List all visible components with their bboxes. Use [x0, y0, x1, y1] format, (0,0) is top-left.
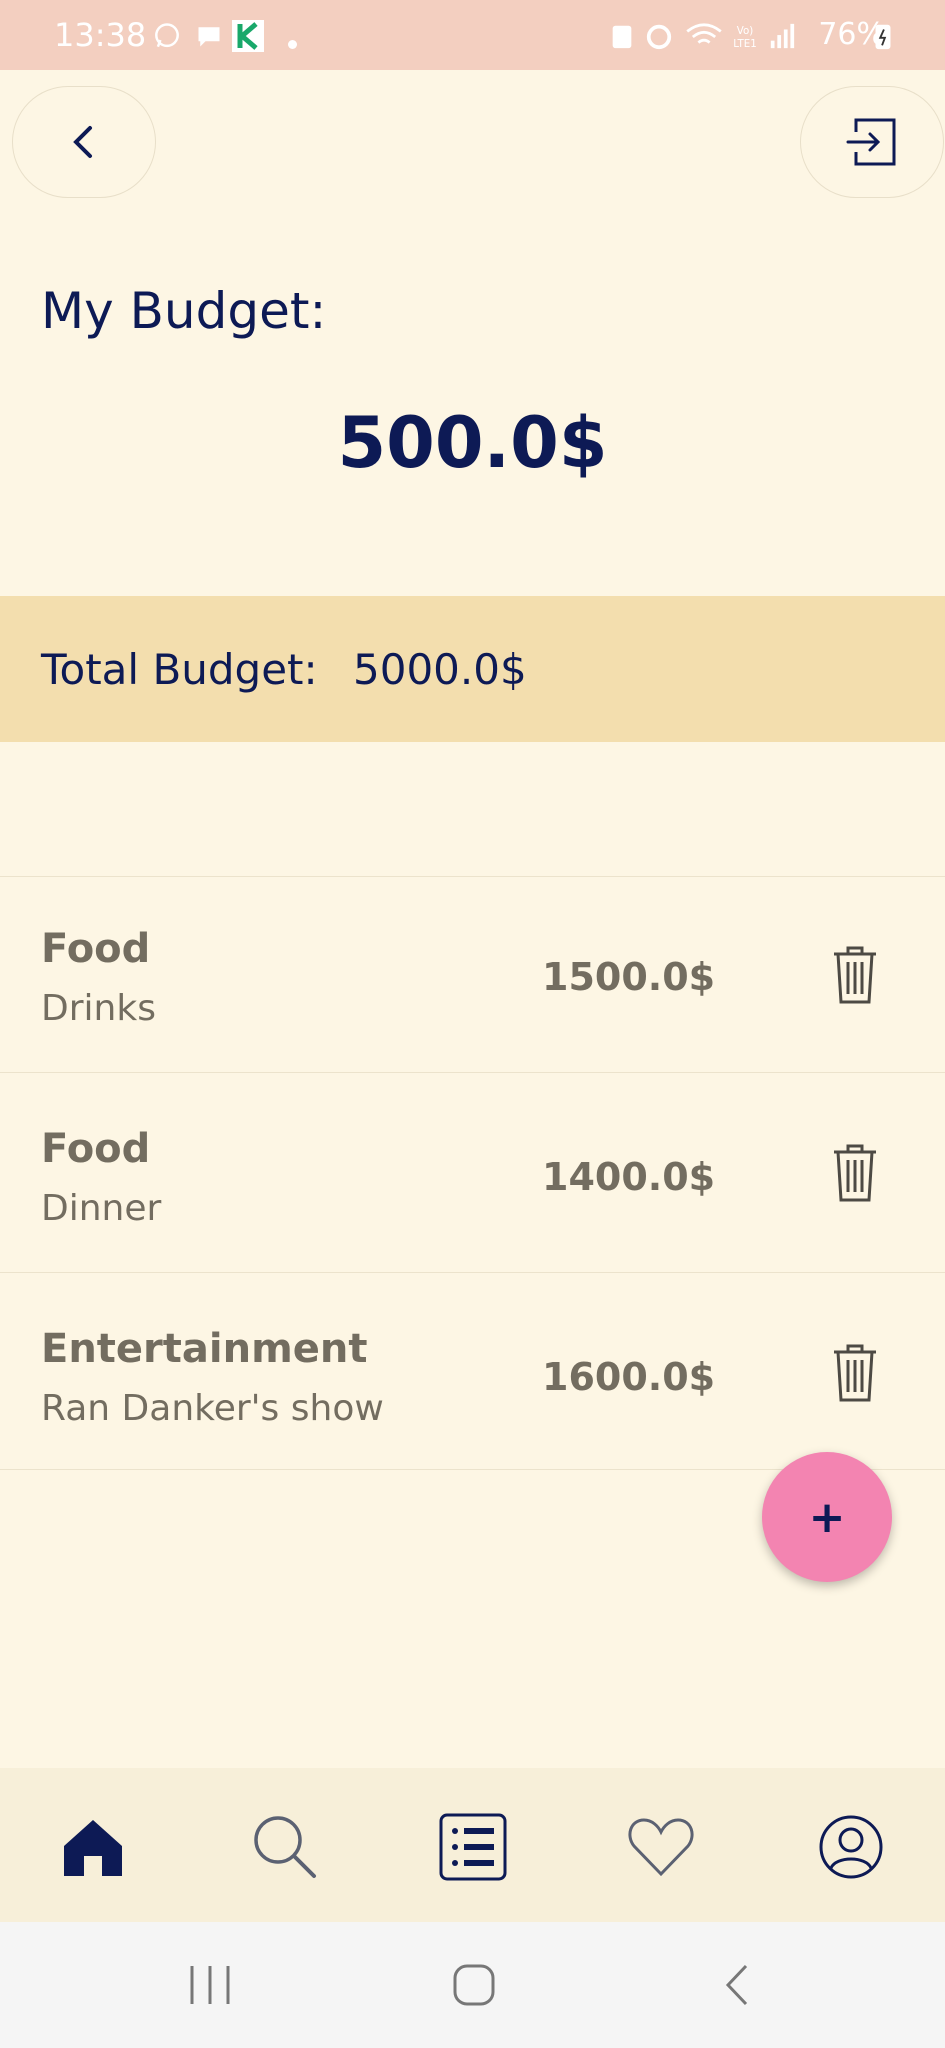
expense-amount: 1400.0$	[542, 1155, 716, 1199]
expense-description: Ran Danker's show	[41, 1388, 384, 1429]
chat-icon	[198, 27, 220, 47]
expense-category: Entertainment	[41, 1326, 368, 1372]
expense-category: Food	[41, 1126, 151, 1172]
expense-row[interactable]	[0, 876, 945, 1072]
profile-icon[interactable]	[816, 1812, 886, 1882]
total-budget-value: 5000.0$	[353, 645, 527, 694]
wifi-icon	[686, 23, 722, 44]
list-icon[interactable]	[438, 1812, 508, 1882]
budget-title: My Budget:	[41, 282, 327, 340]
trash-icon[interactable]	[830, 944, 880, 1006]
recent-apps-icon[interactable]	[180, 1960, 240, 2010]
chevron-left-icon	[73, 126, 92, 158]
whatsapp-icon	[155, 23, 179, 48]
battery-icon	[875, 24, 891, 50]
alarm-icon	[646, 24, 672, 50]
svg-text:Vo): Vo)	[737, 25, 754, 37]
logout-icon	[846, 118, 896, 166]
expense-description: Drinks	[41, 988, 156, 1029]
logout-button[interactable]	[800, 86, 944, 198]
home-circle-icon[interactable]	[443, 1960, 503, 2010]
status-bar: 13:38 Vo) LTE1 76%	[0, 0, 945, 70]
heart-icon[interactable]	[626, 1812, 696, 1882]
status-time: 13:38	[54, 16, 147, 54]
battery-saver-icon	[612, 25, 632, 49]
home-icon[interactable]	[58, 1812, 128, 1882]
expense-description: Dinner	[41, 1188, 162, 1229]
expense-amount: 1600.0$	[542, 1355, 716, 1399]
back-button[interactable]	[12, 86, 156, 198]
trash-icon[interactable]	[830, 1342, 880, 1404]
add-expense-button[interactable]: +	[762, 1452, 892, 1582]
notification-dot-icon	[288, 40, 297, 49]
volte-icon: Vo) LTE1	[733, 25, 757, 50]
app-icon	[232, 20, 264, 52]
system-back-icon[interactable]	[706, 1960, 766, 2010]
expense-category: Food	[41, 926, 151, 972]
search-icon[interactable]	[248, 1812, 318, 1882]
expense-amount: 1500.0$	[542, 955, 716, 999]
plus-icon: +	[808, 1491, 846, 1543]
trash-icon[interactable]	[830, 1142, 880, 1204]
signal-icon	[770, 23, 795, 49]
total-budget-label: Total Budget:	[41, 645, 318, 694]
svg-text:LTE1: LTE1	[733, 38, 757, 50]
budget-amount: 500.0$	[337, 402, 608, 484]
